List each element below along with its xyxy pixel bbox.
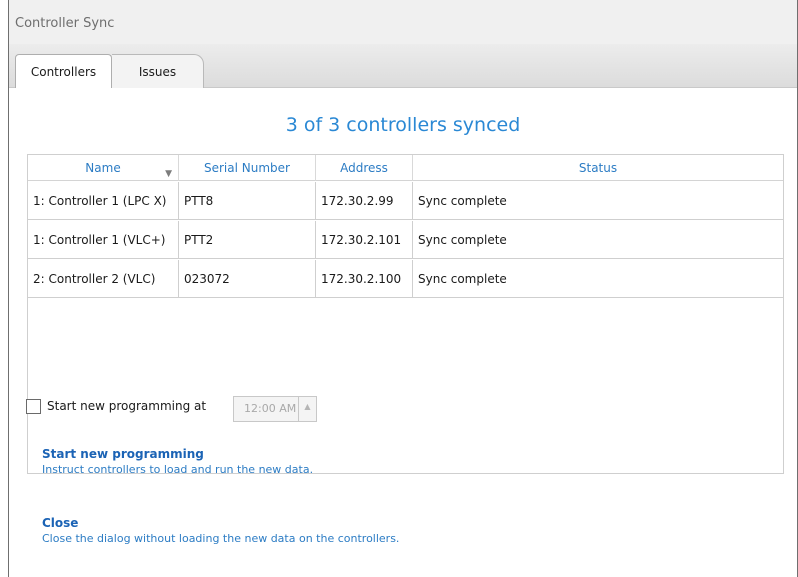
- cell-status: Sync complete: [418, 272, 507, 286]
- tab-strip: Controllers Issues: [9, 44, 797, 89]
- start-new-programming-link[interactable]: Start new programming Instruct controlle…: [42, 447, 313, 476]
- column-header-address[interactable]: Address: [316, 155, 413, 181]
- table-row[interactable]: 1: Controller 1 (LPC X) PTT8 172.30.2.99…: [28, 182, 783, 220]
- cell-name: 1: Controller 1 (LPC X): [28, 182, 179, 220]
- controllers-panel: 3 of 3 controllers synced Name ▼ Serial …: [9, 88, 797, 577]
- tab-issues[interactable]: Issues: [112, 54, 204, 89]
- column-header-serial-number[interactable]: Serial Number: [179, 155, 316, 181]
- title-bar: Controller Sync: [9, 0, 797, 44]
- cell-serial: 023072: [179, 260, 316, 298]
- cell-status: Sync complete: [418, 233, 507, 247]
- cell-status: Sync complete: [418, 194, 507, 208]
- window-title: Controller Sync: [15, 16, 115, 31]
- tab-controllers[interactable]: Controllers: [15, 54, 112, 89]
- close-link[interactable]: Close Close the dialog without loading t…: [42, 516, 399, 545]
- column-header-status[interactable]: Status: [413, 155, 783, 181]
- time-spinner-up-icon[interactable]: ▲: [298, 397, 316, 421]
- start-time-input[interactable]: 12:00 AM ▲: [233, 396, 317, 422]
- start-new-programming-desc: Instruct controllers to load and run the…: [42, 463, 314, 476]
- table-header: Name ▼ Serial Number Address Status: [28, 155, 783, 181]
- controllers-table: Name ▼ Serial Number Address Status 1: C…: [27, 154, 784, 474]
- table-row[interactable]: 1: Controller 1 (VLC+) PTT2 172.30.2.101…: [28, 221, 783, 259]
- close-desc: Close the dialog without loading the new…: [42, 532, 400, 545]
- start-at-label[interactable]: Start new programming at: [47, 399, 206, 413]
- column-header-label: Name: [85, 161, 121, 175]
- cell-address: 172.30.2.101: [316, 221, 413, 259]
- cell-serial: PTT2: [179, 221, 316, 259]
- cell-address: 172.30.2.100: [316, 260, 413, 298]
- cell-name: 2: Controller 2 (VLC): [28, 260, 179, 298]
- start-at-checkbox[interactable]: [26, 399, 41, 414]
- start-new-programming-title: Start new programming: [42, 447, 204, 461]
- start-time-value: 12:00 AM: [244, 402, 297, 415]
- sync-summary: 3 of 3 controllers synced: [285, 114, 521, 136]
- table-row[interactable]: 2: Controller 2 (VLC) 023072 172.30.2.10…: [28, 260, 783, 298]
- column-header-name[interactable]: Name ▼: [28, 155, 179, 181]
- cell-name: 1: Controller 1 (VLC+): [28, 221, 179, 259]
- close-title: Close: [42, 516, 79, 530]
- cell-serial: PTT8: [179, 182, 316, 220]
- cell-address: 172.30.2.99: [316, 182, 413, 220]
- schedule-row: Start new programming at 12:00 AM ▲: [26, 396, 426, 422]
- controller-sync-dialog: Controller Sync Controllers Issues 3 of …: [8, 0, 798, 577]
